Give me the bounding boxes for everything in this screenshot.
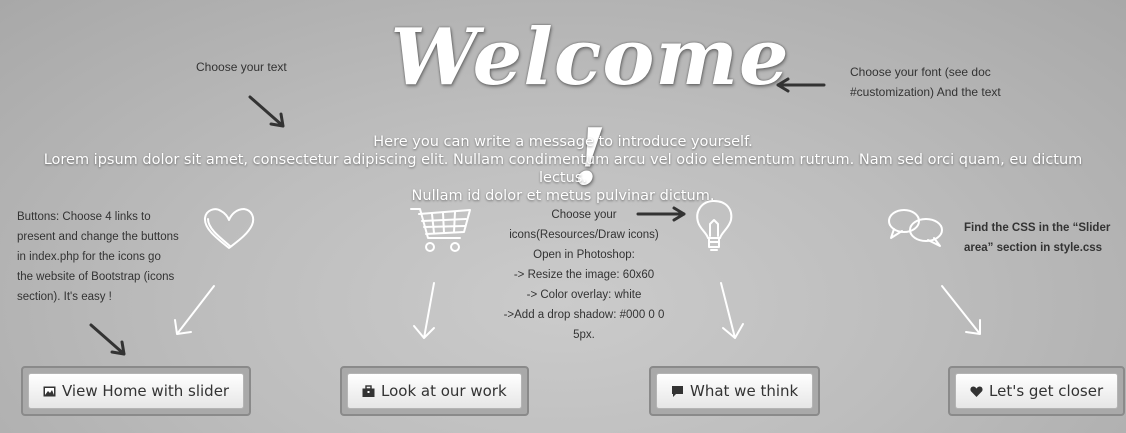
note-icons-line-2: icons(Resources/Draw icons) (509, 229, 659, 241)
button-frame-4: Let's get closer (948, 366, 1126, 416)
arrow-to-button-icon (89, 323, 126, 356)
note-icons-line-4: -> Resize the image: 60x60 (513, 269, 655, 281)
note-css-line-1: Find the CSS in the “Slider (964, 222, 1111, 234)
note-buttons-line-1: Buttons: Choose 4 links to (17, 211, 151, 223)
sketch-arrow-4-icon (941, 285, 981, 335)
picture-icon (43, 386, 56, 396)
get-closer-label: Let's get closer (989, 382, 1104, 400)
button-frame-3: What we think (649, 366, 821, 416)
sketch-arrow-2-icon (413, 282, 435, 339)
note-buttons-line-5: section). It's easy ! (17, 291, 112, 303)
note-buttons-line-2: present and change the buttons (17, 231, 179, 243)
note-buttons-line-3: in index.php for the icons go (17, 251, 161, 263)
sketch-arrow-1-icon (174, 285, 215, 335)
note-choose-text: Choose your text (196, 60, 287, 74)
cart-sketch-icon (410, 208, 471, 252)
view-home-label: View Home with slider (62, 382, 230, 400)
get-closer-button[interactable]: Let's get closer (955, 373, 1119, 409)
heart-icon (970, 386, 983, 397)
note-icons-line-3: Open in Photoshop: (533, 249, 635, 261)
what-we-think-label: What we think (690, 382, 799, 400)
note-choose-font: Choose your font (see doc #customization… (850, 62, 1001, 102)
button-frame-2: Look at our work (340, 366, 529, 416)
note-font-line-1: Choose your font (see doc (850, 65, 991, 79)
look-at-work-label: Look at our work (381, 382, 507, 400)
arrow-to-title-icon (776, 77, 826, 93)
intro-text: Here you can write a message to introduc… (40, 133, 1086, 205)
intro-line-3: Nullam id dolor et metus pulvinar dictum… (411, 188, 715, 204)
note-css-line-2: area” section in style.css (964, 242, 1103, 254)
arrow-to-icon-icon (636, 206, 686, 222)
button-frame-1: View Home with slider (21, 366, 252, 416)
comment-icon (672, 385, 683, 397)
sketch-arrow-3-icon (720, 282, 744, 339)
chat-bubbles-sketch-icon (888, 209, 943, 247)
intro-line-2: Lorem ipsum dolor sit amet, consectetur … (43, 152, 1083, 186)
note-buttons: Buttons: Choose 4 links to present and c… (17, 207, 179, 307)
note-buttons-line-4: the website of Bootstrap (icons (17, 271, 175, 283)
heart-sketch-icon (203, 208, 255, 249)
arrow-to-text-icon (248, 95, 285, 128)
note-icons-line-7: 5px. (573, 329, 595, 341)
note-icons-line-5: -> Color overlay: white (526, 289, 642, 301)
intro-line-1: Here you can write a message to introduc… (373, 134, 753, 150)
note-font-line-2: #customization) And the text (850, 85, 1001, 99)
note-css: Find the CSS in the “Slider area” sectio… (964, 218, 1110, 258)
note-icons-line-6: ->Add a drop shadow: #000 0 0 (503, 309, 665, 321)
lightbulb-sketch-icon (696, 200, 733, 251)
note-icons: Choose your icons(Resources/Draw icons) … (494, 205, 674, 345)
look-at-work-button[interactable]: Look at our work (347, 373, 522, 409)
briefcase-icon (362, 384, 375, 397)
what-we-think-button[interactable]: What we think (656, 373, 814, 409)
view-home-button[interactable]: View Home with slider (28, 373, 245, 409)
